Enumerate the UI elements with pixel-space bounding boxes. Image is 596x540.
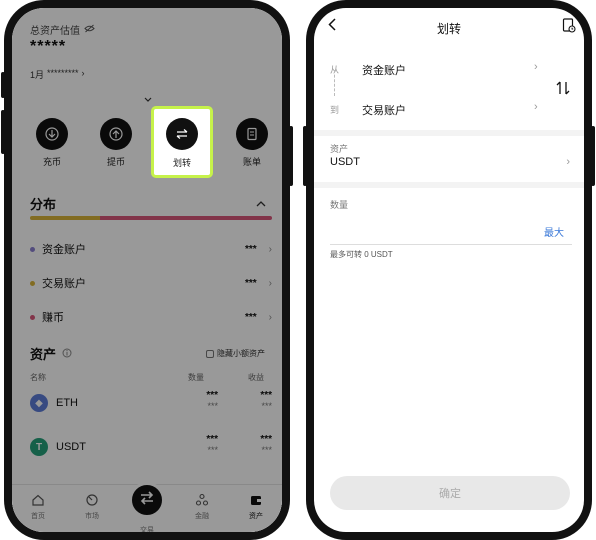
swap-accounts-icon[interactable] [556, 80, 570, 101]
asset-label: 资产 [330, 144, 349, 154]
transfer-history-icon[interactable] [562, 18, 576, 38]
transfer-accounts-box: 从 到 资金账户 › 交易账户 › [326, 52, 572, 128]
volume-up-button [1, 72, 5, 98]
transfer-icon [166, 118, 198, 150]
from-to-connector [334, 70, 335, 96]
transfer-screen: 划转 从 到 资金账户 › 交易账户 › 资产 USDT › 数量 最大 最多可… [314, 8, 584, 532]
asset-selector[interactable]: USDT › [330, 156, 576, 168]
left-phone: 总资产估值 ***** 1月 ********* › 充币 提币 账单 分布 资… [1, 0, 293, 540]
to-label: 到 [330, 105, 340, 115]
chevron-right-icon: › [534, 101, 538, 113]
volume-down-button [1, 110, 5, 154]
section-divider [314, 182, 584, 188]
chevron-right-icon: › [566, 156, 570, 168]
power-button [591, 126, 595, 186]
transfer-header: 划转 [314, 8, 584, 50]
available-amount: 最多可转 0 USDT [330, 250, 393, 259]
max-button[interactable]: 最大 [544, 224, 564, 239]
section-divider [314, 130, 584, 136]
amount-input[interactable] [330, 244, 572, 245]
from-account[interactable]: 资金账户 [362, 62, 406, 78]
page-title: 划转 [436, 22, 461, 36]
volume-button [303, 126, 307, 186]
assets-screen: 总资产估值 ***** 1月 ********* › 充币 提币 账单 分布 资… [12, 8, 282, 532]
power-button [289, 126, 293, 186]
chevron-right-icon: › [534, 61, 538, 73]
transfer-button-highlighted[interactable]: 划转 [151, 106, 213, 178]
dim-overlay [12, 8, 282, 532]
to-account[interactable]: 交易账户 [362, 102, 406, 118]
right-phone: 划转 从 到 资金账户 › 交易账户 › 资产 USDT › 数量 最大 最多可… [303, 0, 595, 540]
confirm-button[interactable]: 确定 [330, 476, 570, 510]
amount-label: 数量 [330, 200, 349, 210]
